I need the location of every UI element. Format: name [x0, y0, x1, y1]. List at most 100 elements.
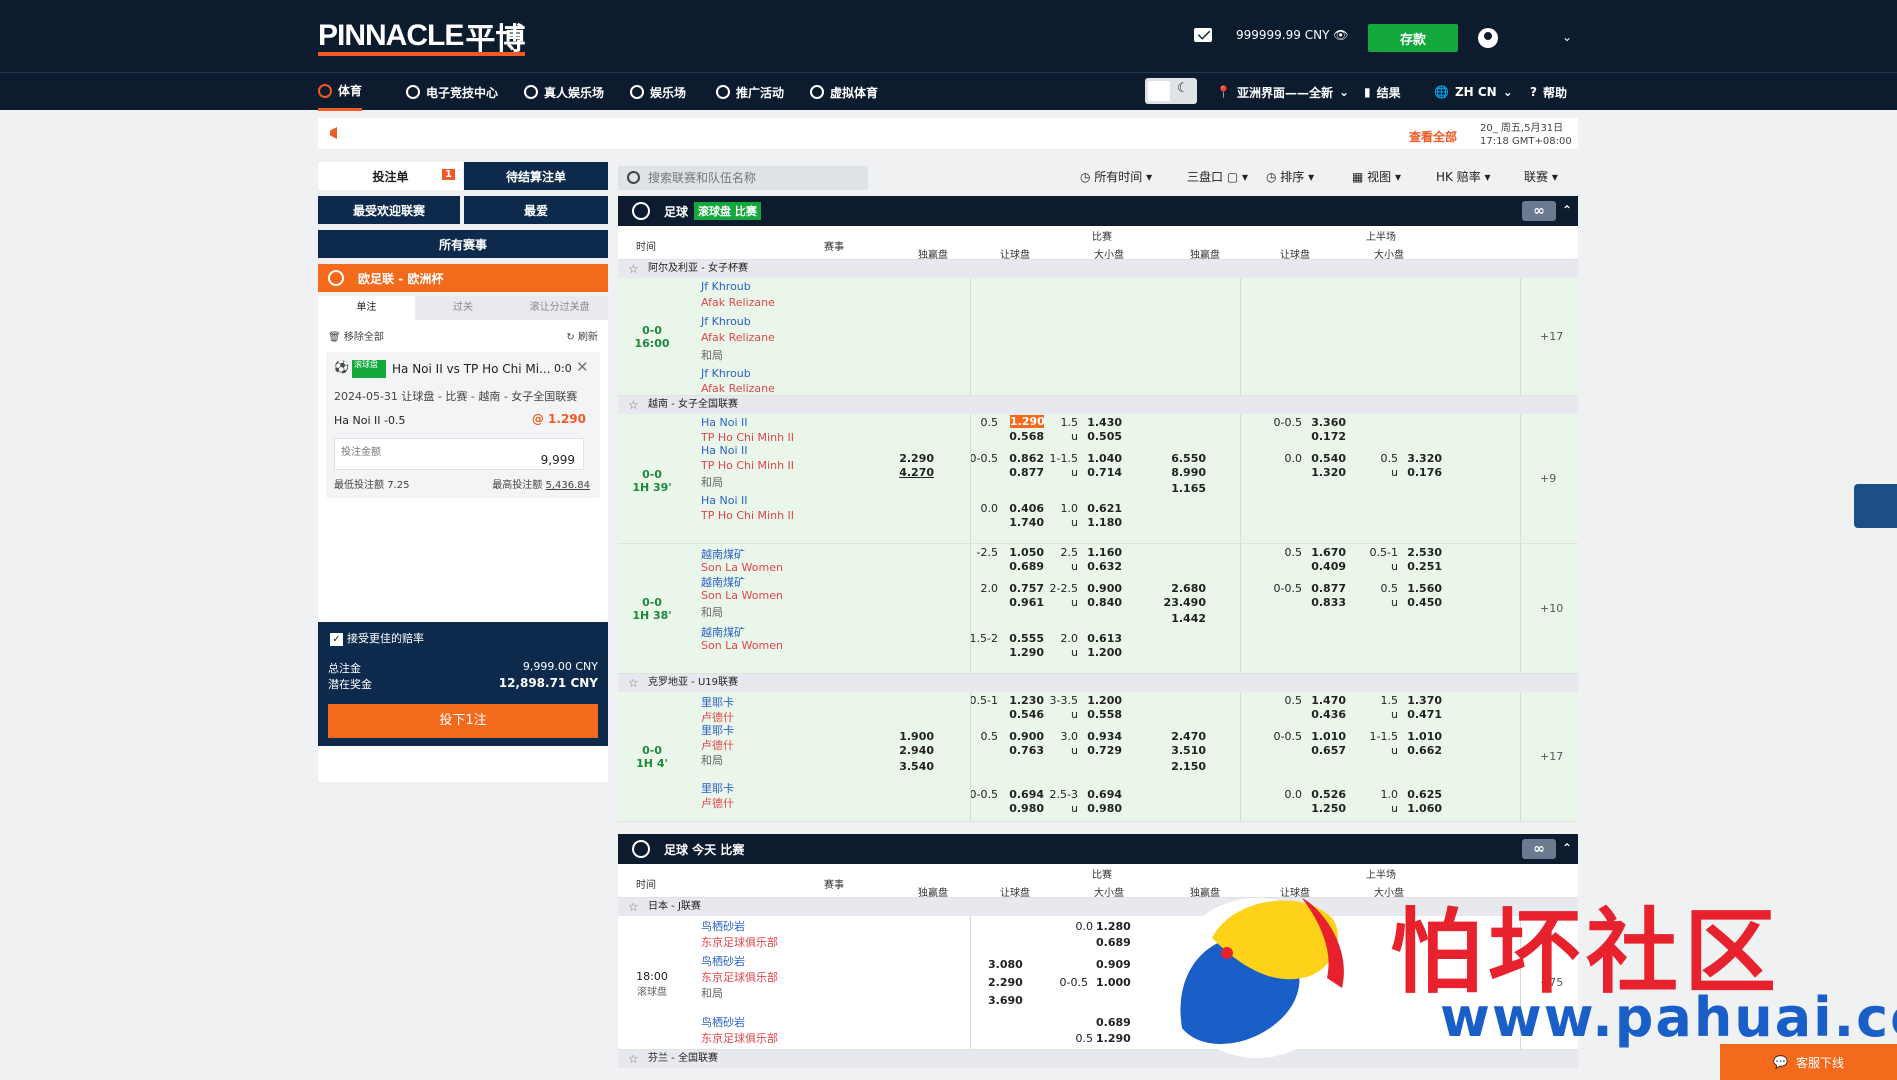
- handicap-line[interactable]: 0.0: [1274, 452, 1303, 465]
- under-label[interactable]: u: [1378, 596, 1398, 609]
- infinity-icon[interactable]: ∞: [1522, 839, 1556, 859]
- under-label[interactable]: u: [1378, 802, 1398, 815]
- odds-value[interactable]: 0.471: [1402, 708, 1442, 721]
- odds-value[interactable]: 0.961: [1004, 596, 1044, 609]
- pinnacle-logo[interactable]: PINNACLE 平博: [318, 14, 526, 58]
- home-team[interactable]: 越南煤矿: [701, 624, 745, 640]
- odds-value[interactable]: 2.470: [1166, 730, 1206, 743]
- stake-input[interactable]: 投注金额 9,999: [334, 438, 584, 470]
- theme-toggle[interactable]: ☾: [1145, 78, 1197, 104]
- under-label[interactable]: u: [1058, 560, 1078, 573]
- odds-value[interactable]: 4.270: [894, 466, 934, 479]
- user-avatar-icon[interactable]: [1478, 28, 1498, 48]
- odds-value[interactable]: 1.200: [1082, 646, 1122, 659]
- odds-value[interactable]: 1.290: [1004, 646, 1044, 659]
- under-label[interactable]: u: [1378, 708, 1398, 721]
- odds-value[interactable]: 0.840: [1082, 596, 1122, 609]
- handicap-line[interactable]: 0-0.5: [1258, 730, 1302, 743]
- place-bet-button[interactable]: 投下1注: [328, 704, 598, 738]
- total-line[interactable]: 2.5: [1058, 546, 1079, 559]
- odds-value[interactable]: 0.714: [1082, 466, 1122, 479]
- league-filter[interactable]: 联赛 ▾: [1524, 168, 1558, 185]
- odds-value[interactable]: 0.632: [1082, 560, 1122, 573]
- away-team[interactable]: TP Ho Chi Minh II: [701, 459, 794, 472]
- handicap-line[interactable]: 0.5: [1274, 546, 1303, 559]
- odds-value[interactable]: 0.505: [1082, 430, 1122, 443]
- more-markets[interactable]: +17: [1540, 750, 1563, 763]
- coins-icon[interactable]: [1854, 484, 1897, 528]
- odds-value[interactable]: 0.729: [1082, 744, 1122, 757]
- odds-value[interactable]: 3.510: [1166, 744, 1206, 757]
- total-line[interactable]: 2.5-3: [1042, 788, 1078, 801]
- home-team[interactable]: Jf Khroub: [701, 367, 751, 380]
- refresh-button[interactable]: ↻ 刷新: [566, 328, 598, 343]
- away-team[interactable]: TP Ho Chi Minh II: [701, 509, 794, 522]
- away-team[interactable]: 东京足球俱乐部: [701, 969, 778, 985]
- odds-value[interactable]: 1.740: [1004, 516, 1044, 529]
- under-label[interactable]: u: [1378, 466, 1398, 479]
- tab-parlay[interactable]: 过关: [414, 296, 512, 320]
- odds-value[interactable]: 1.200: [1082, 694, 1122, 707]
- total-line[interactable]: 1.0: [1378, 788, 1399, 801]
- odds-value[interactable]: 0.558: [1082, 708, 1122, 721]
- home-team[interactable]: Jf Khroub: [701, 315, 751, 328]
- odds-value[interactable]: 0.877: [1004, 466, 1044, 479]
- today-section-header[interactable]: 足球 今天 比赛 ∞ ⌃: [618, 834, 1578, 864]
- odds-value[interactable]: 0.406: [1004, 502, 1044, 515]
- odds-value[interactable]: 1.060: [1402, 802, 1442, 815]
- odds-format-filter[interactable]: HK 赔率 ▾: [1436, 168, 1491, 185]
- time-filter[interactable]: ◷ 所有时间 ▾: [1080, 168, 1152, 185]
- handicap-line[interactable]: -2.5: [954, 546, 998, 559]
- under-label[interactable]: u: [1058, 744, 1078, 757]
- total-line[interactable]: 1.5: [1378, 694, 1399, 707]
- home-team[interactable]: 越南煤矿: [701, 574, 745, 590]
- away-team[interactable]: 东京足球俱乐部: [701, 1030, 778, 1046]
- away-team[interactable]: Afak Relizane: [701, 331, 775, 344]
- odds-value[interactable]: 0.251: [1402, 560, 1442, 573]
- chevron-up-icon[interactable]: ⌃: [1562, 203, 1572, 217]
- odds-value[interactable]: 23.490: [1160, 596, 1206, 609]
- under-label[interactable]: u: [1058, 466, 1078, 479]
- euro-cup-link[interactable]: 欧足联 - 欧洲杯: [318, 264, 608, 292]
- tab-single[interactable]: 单注: [318, 296, 415, 320]
- home-team[interactable]: 里耶卡: [701, 722, 734, 738]
- total-line[interactable]: 0.5-1: [1354, 546, 1398, 559]
- odds-value[interactable]: 0.526: [1306, 788, 1346, 801]
- odds-value[interactable]: 0.877: [1306, 582, 1346, 595]
- odds-value[interactable]: 1.010: [1306, 730, 1346, 743]
- nav-promotions[interactable]: 推广活动: [716, 73, 784, 111]
- handicap-line[interactable]: 0.5: [948, 416, 999, 429]
- search-input[interactable]: 搜索联赛和队伍名称: [618, 166, 868, 190]
- handicap-line[interactable]: 0.5-1: [954, 694, 998, 707]
- odds-value[interactable]: 6.550: [1166, 452, 1206, 465]
- odds-value[interactable]: 2.680: [1166, 582, 1206, 595]
- odds-value[interactable]: 0.540: [1306, 452, 1346, 465]
- tab-teaser[interactable]: 滚让分过关盘: [511, 296, 609, 320]
- language-selector[interactable]: 🌐 ZH CN ⌄: [1434, 73, 1513, 111]
- odds-value[interactable]: 0.657: [1306, 744, 1346, 757]
- selected-odds[interactable]: 1.290: [1010, 415, 1045, 428]
- tab-pending-bets[interactable]: 待结算注单: [464, 162, 608, 190]
- handicap-line[interactable]: 0-0.5: [1258, 582, 1302, 595]
- odds-value[interactable]: 0.980: [1082, 802, 1122, 815]
- under-label[interactable]: u: [1058, 708, 1078, 721]
- odds-value[interactable]: 3.320: [1402, 452, 1442, 465]
- all-events-button[interactable]: 所有赛事: [318, 230, 608, 258]
- odds-value[interactable]: 1.165: [1166, 482, 1206, 495]
- odds-value[interactable]: 3.360: [1306, 416, 1346, 429]
- help-link[interactable]: ? 帮助: [1530, 73, 1567, 111]
- infinity-icon[interactable]: ∞: [1522, 201, 1556, 221]
- view-filter[interactable]: ▦ 视图 ▾: [1352, 168, 1401, 185]
- lines-filter[interactable]: 三盘口 ▢ ▾: [1187, 168, 1248, 185]
- home-team[interactable]: 里耶卡: [701, 780, 734, 796]
- total-line[interactable]: 2.0: [1058, 632, 1079, 645]
- odds-value[interactable]: 1.230: [1004, 694, 1044, 707]
- handicap-line[interactable]: 0-0.5: [954, 452, 998, 465]
- odds-value[interactable]: 0.436: [1306, 708, 1346, 721]
- odds-value[interactable]: 0.689: [1004, 560, 1044, 573]
- total-line[interactable]: 0.5: [1378, 582, 1399, 595]
- more-markets[interactable]: +10: [1540, 602, 1563, 615]
- home-team[interactable]: Ha Noi II: [701, 494, 748, 507]
- odds-value[interactable]: 0.409: [1306, 560, 1346, 573]
- sort-filter[interactable]: ◷ 排序 ▾: [1266, 168, 1314, 185]
